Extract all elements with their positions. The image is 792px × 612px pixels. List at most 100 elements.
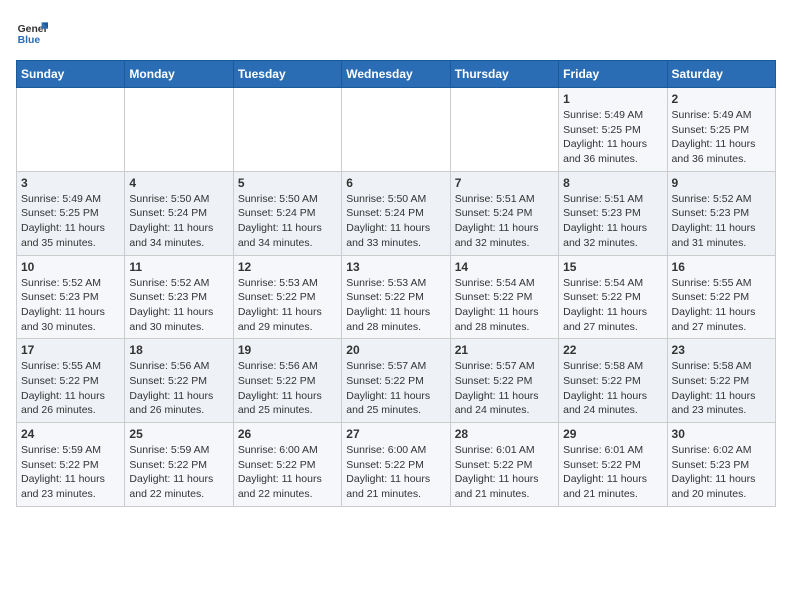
weekday-header: Tuesday xyxy=(233,61,341,88)
calendar-cell: 29 Sunrise: 6:01 AM Sunset: 5:22 PM Dayli… xyxy=(559,423,667,507)
weekday-header: Friday xyxy=(559,61,667,88)
day-info: Sunrise: 5:51 AM Sunset: 5:24 PM Dayligh… xyxy=(455,192,554,251)
day-info: Sunrise: 5:52 AM Sunset: 5:23 PM Dayligh… xyxy=(129,276,228,335)
calendar-cell: 14 Sunrise: 5:54 AM Sunset: 5:22 PM Dayli… xyxy=(450,255,558,339)
calendar-cell: 13Sunrise: 5:53 AM Sunset: 5:22 PM Dayli… xyxy=(342,255,450,339)
day-number: 17 xyxy=(21,343,120,357)
calendar-cell: 15 Sunrise: 5:54 AM Sunset: 5:22 PM Dayli… xyxy=(559,255,667,339)
svg-text:Blue: Blue xyxy=(18,35,41,46)
calendar-cell: 30 Sunrise: 6:02 AM Sunset: 5:23 PM Dayli… xyxy=(667,423,775,507)
day-number: 3 xyxy=(21,176,120,190)
calendar-cell: 26 Sunrise: 6:00 AM Sunset: 5:22 PM Dayli… xyxy=(233,423,341,507)
calendar-table: SundayMondayTuesdayWednesdayThursdayFrid… xyxy=(16,60,776,507)
day-number: 21 xyxy=(455,343,554,357)
calendar-cell: 3 Sunrise: 5:49 AM Sunset: 5:25 PM Daylig… xyxy=(17,171,125,255)
day-info: Sunrise: 5:56 AM Sunset: 5:22 PM Dayligh… xyxy=(238,359,337,418)
calendar-cell: 25 Sunrise: 5:59 AM Sunset: 5:22 PM Dayli… xyxy=(125,423,233,507)
calendar-cell: 23 Sunrise: 5:58 AM Sunset: 5:22 PM Dayli… xyxy=(667,339,775,423)
day-number: 20 xyxy=(346,343,445,357)
day-number: 8 xyxy=(563,176,662,190)
calendar-cell xyxy=(450,88,558,172)
calendar-cell: 20 Sunrise: 5:57 AM Sunset: 5:22 PM Dayli… xyxy=(342,339,450,423)
calendar-cell: 8 Sunrise: 5:51 AM Sunset: 5:23 PM Daylig… xyxy=(559,171,667,255)
day-info: Sunrise: 5:52 AM Sunset: 5:23 PM Dayligh… xyxy=(21,276,120,335)
calendar-cell: 4 Sunrise: 5:50 AM Sunset: 5:24 PM Daylig… xyxy=(125,171,233,255)
day-number: 14 xyxy=(455,260,554,274)
day-info: Sunrise: 5:54 AM Sunset: 5:22 PM Dayligh… xyxy=(563,276,662,335)
calendar-cell: 27 Sunrise: 6:00 AM Sunset: 5:22 PM Dayli… xyxy=(342,423,450,507)
day-info: Sunrise: 5:58 AM Sunset: 5:22 PM Dayligh… xyxy=(672,359,771,418)
day-number: 2 xyxy=(672,92,771,106)
calendar-cell xyxy=(233,88,341,172)
day-number: 29 xyxy=(563,427,662,441)
day-number: 16 xyxy=(672,260,771,274)
day-number: 23 xyxy=(672,343,771,357)
page-header: General Blue xyxy=(16,16,776,48)
calendar-cell: 6Sunrise: 5:50 AM Sunset: 5:24 PM Daylig… xyxy=(342,171,450,255)
day-info: Sunrise: 5:57 AM Sunset: 5:22 PM Dayligh… xyxy=(346,359,445,418)
calendar-week-row: 10 Sunrise: 5:52 AM Sunset: 5:23 PM Dayli… xyxy=(17,255,776,339)
day-number: 12 xyxy=(238,260,337,274)
day-info: Sunrise: 5:59 AM Sunset: 5:22 PM Dayligh… xyxy=(21,443,120,502)
calendar-cell: 9Sunrise: 5:52 AM Sunset: 5:23 PM Daylig… xyxy=(667,171,775,255)
day-info: Sunrise: 5:51 AM Sunset: 5:23 PM Dayligh… xyxy=(563,192,662,251)
day-info: Sunrise: 5:54 AM Sunset: 5:22 PM Dayligh… xyxy=(455,276,554,335)
day-info: Sunrise: 5:53 AM Sunset: 5:22 PM Dayligh… xyxy=(238,276,337,335)
day-info: Sunrise: 5:58 AM Sunset: 5:22 PM Dayligh… xyxy=(563,359,662,418)
calendar-cell: 17Sunrise: 5:55 AM Sunset: 5:22 PM Dayli… xyxy=(17,339,125,423)
calendar-cell: 18 Sunrise: 5:56 AM Sunset: 5:22 PM Dayli… xyxy=(125,339,233,423)
day-info: Sunrise: 5:50 AM Sunset: 5:24 PM Dayligh… xyxy=(238,192,337,251)
day-number: 13 xyxy=(346,260,445,274)
calendar-cell xyxy=(342,88,450,172)
day-number: 10 xyxy=(21,260,120,274)
day-info: Sunrise: 5:57 AM Sunset: 5:22 PM Dayligh… xyxy=(455,359,554,418)
day-number: 9 xyxy=(672,176,771,190)
calendar-week-row: 3 Sunrise: 5:49 AM Sunset: 5:25 PM Daylig… xyxy=(17,171,776,255)
day-number: 1 xyxy=(563,92,662,106)
calendar-week-row: 1 Sunrise: 5:49 AM Sunset: 5:25 PM Daylig… xyxy=(17,88,776,172)
day-info: Sunrise: 6:01 AM Sunset: 5:22 PM Dayligh… xyxy=(455,443,554,502)
weekday-header: Thursday xyxy=(450,61,558,88)
day-info: Sunrise: 5:56 AM Sunset: 5:22 PM Dayligh… xyxy=(129,359,228,418)
calendar-cell: 12 Sunrise: 5:53 AM Sunset: 5:22 PM Dayli… xyxy=(233,255,341,339)
day-info: Sunrise: 6:01 AM Sunset: 5:22 PM Dayligh… xyxy=(563,443,662,502)
day-number: 4 xyxy=(129,176,228,190)
day-info: Sunrise: 5:59 AM Sunset: 5:22 PM Dayligh… xyxy=(129,443,228,502)
day-info: Sunrise: 6:02 AM Sunset: 5:23 PM Dayligh… xyxy=(672,443,771,502)
calendar-cell: 19Sunrise: 5:56 AM Sunset: 5:22 PM Dayli… xyxy=(233,339,341,423)
calendar-cell xyxy=(125,88,233,172)
day-info: Sunrise: 5:49 AM Sunset: 5:25 PM Dayligh… xyxy=(672,108,771,167)
day-number: 27 xyxy=(346,427,445,441)
day-info: Sunrise: 5:49 AM Sunset: 5:25 PM Dayligh… xyxy=(21,192,120,251)
day-info: Sunrise: 5:50 AM Sunset: 5:24 PM Dayligh… xyxy=(129,192,228,251)
calendar-cell: 2 Sunrise: 5:49 AM Sunset: 5:25 PM Daylig… xyxy=(667,88,775,172)
weekday-header: Saturday xyxy=(667,61,775,88)
weekday-header: Sunday xyxy=(17,61,125,88)
day-number: 6 xyxy=(346,176,445,190)
calendar-cell: 28 Sunrise: 6:01 AM Sunset: 5:22 PM Dayli… xyxy=(450,423,558,507)
calendar-cell: 22Sunrise: 5:58 AM Sunset: 5:22 PM Dayli… xyxy=(559,339,667,423)
calendar-cell: 21 Sunrise: 5:57 AM Sunset: 5:22 PM Dayli… xyxy=(450,339,558,423)
calendar-cell: 11 Sunrise: 5:52 AM Sunset: 5:23 PM Dayli… xyxy=(125,255,233,339)
calendar-week-row: 17Sunrise: 5:55 AM Sunset: 5:22 PM Dayli… xyxy=(17,339,776,423)
logo: General Blue xyxy=(16,16,48,48)
weekday-header: Monday xyxy=(125,61,233,88)
day-number: 25 xyxy=(129,427,228,441)
day-info: Sunrise: 6:00 AM Sunset: 5:22 PM Dayligh… xyxy=(238,443,337,502)
calendar-header-row: SundayMondayTuesdayWednesdayThursdayFrid… xyxy=(17,61,776,88)
day-info: Sunrise: 6:00 AM Sunset: 5:22 PM Dayligh… xyxy=(346,443,445,502)
calendar-cell: 7Sunrise: 5:51 AM Sunset: 5:24 PM Daylig… xyxy=(450,171,558,255)
logo-icon: General Blue xyxy=(16,16,48,48)
calendar-cell: 5Sunrise: 5:50 AM Sunset: 5:24 PM Daylig… xyxy=(233,171,341,255)
calendar-cell: 1 Sunrise: 5:49 AM Sunset: 5:25 PM Daylig… xyxy=(559,88,667,172)
day-number: 11 xyxy=(129,260,228,274)
day-number: 15 xyxy=(563,260,662,274)
day-number: 18 xyxy=(129,343,228,357)
day-info: Sunrise: 5:49 AM Sunset: 5:25 PM Dayligh… xyxy=(563,108,662,167)
calendar-cell: 10 Sunrise: 5:52 AM Sunset: 5:23 PM Dayli… xyxy=(17,255,125,339)
weekday-header: Wednesday xyxy=(342,61,450,88)
calendar-cell: 16Sunrise: 5:55 AM Sunset: 5:22 PM Dayli… xyxy=(667,255,775,339)
day-number: 26 xyxy=(238,427,337,441)
day-number: 30 xyxy=(672,427,771,441)
day-number: 28 xyxy=(455,427,554,441)
